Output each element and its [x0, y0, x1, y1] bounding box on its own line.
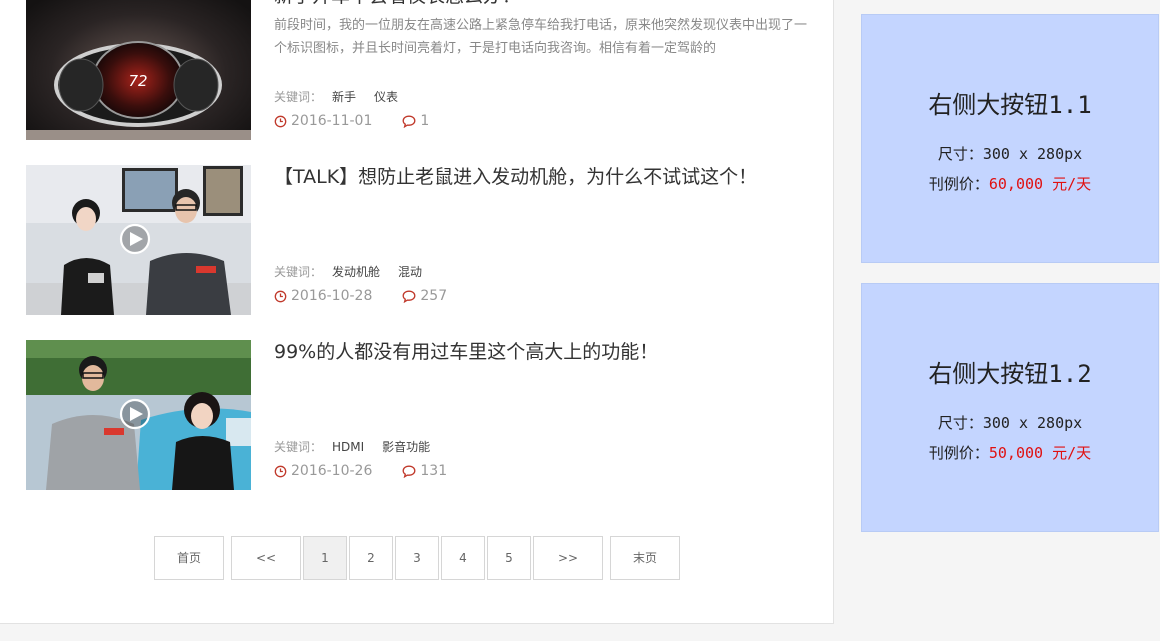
- article-title[interactable]: 新手开车不会看仪表怎么办？: [274, 0, 814, 8]
- keyword-tag[interactable]: 发动机舱: [332, 265, 380, 279]
- article-meta: 2016-10-26 131: [274, 463, 447, 479]
- ad-price-label: 刊例价：: [928, 175, 989, 193]
- ad-price: 刊例价：50,000 元/天: [862, 442, 1158, 463]
- sidebar-ad-slot-1[interactable]: 右侧大按钮1.1 尺寸：300 x 280px 刊例价：60,000 元/天: [861, 14, 1159, 263]
- article-date: 2016-11-01: [291, 113, 373, 129]
- speedometer-reading: 72: [128, 72, 147, 90]
- ad-price-value: 60,000 元/天: [988, 175, 1092, 193]
- article-meta: 2016-10-28 257: [274, 288, 447, 304]
- clock-icon: [274, 465, 287, 477]
- article-thumbnail-dashboard[interactable]: 72: [26, 0, 251, 140]
- pagination-next-button[interactable]: >>: [533, 536, 603, 580]
- keywords-row: 关键词： 新手 仪表: [274, 88, 406, 105]
- article-date: 2016-10-26: [291, 463, 373, 479]
- pagination-last-button[interactable]: 末页: [610, 536, 680, 580]
- ad-price: 刊例价：60,000 元/天: [862, 173, 1158, 194]
- ad-price-value: 50,000 元/天: [988, 444, 1092, 462]
- ad-size: 尺寸：300 x 280px: [937, 414, 1083, 432]
- keywords-label: 关键词：: [274, 265, 323, 279]
- article-meta: 2016-11-01 1: [274, 113, 429, 129]
- keyword-tag[interactable]: 影音功能: [382, 440, 430, 454]
- list-item[interactable]: 99%的人都没有用过车里这个高大上的功能！ 关键词： HDMI 影音功能 2016-…: [26, 340, 816, 490]
- article-date: 2016-10-28: [291, 288, 373, 304]
- pagination-page-button[interactable]: 5: [487, 536, 531, 580]
- pagination-prev-button[interactable]: <<: [231, 536, 301, 580]
- comment-count[interactable]: 131: [420, 463, 447, 479]
- pagination-page-button[interactable]: 3: [395, 536, 439, 580]
- keywords-row: 关键词： HDMI 影音功能: [274, 438, 438, 455]
- keyword-tag[interactable]: 新手: [332, 90, 356, 104]
- article-list-panel: 72 新手开车不会看仪表怎么办？ 前段时间，我的一位朋友在高速公路上紧急停车给我…: [0, 0, 834, 624]
- article-summary: 前段时间，我的一位朋友在高速公路上紧急停车给我打电话，原来他突然发现仪表中出现了…: [274, 18, 808, 56]
- article-thumbnail-talk-video[interactable]: [26, 165, 251, 315]
- comment-count[interactable]: 257: [420, 288, 447, 304]
- list-item[interactable]: 【TALK】想防止老鼠进入发动机舱，为什么不试试这个！ 关键词： 发动机舱 混动 2…: [26, 165, 816, 315]
- pagination-first-button[interactable]: 首页: [154, 536, 224, 580]
- pagination-page-button[interactable]: 2: [349, 536, 393, 580]
- keyword-tag[interactable]: HDMI: [332, 440, 364, 454]
- ad-title: 右侧大按钮1.1: [928, 91, 1092, 119]
- article-thumbnail-feature-video[interactable]: [26, 340, 251, 490]
- article-title[interactable]: 【TALK】想防止老鼠进入发动机舱，为什么不试试这个！: [274, 165, 814, 189]
- pagination-page-button[interactable]: 4: [441, 536, 485, 580]
- article-title[interactable]: 99%的人都没有用过车里这个高大上的功能！: [274, 340, 814, 364]
- clock-icon: [274, 290, 287, 302]
- sidebar-ad-slot-2[interactable]: 右侧大按钮1.2 尺寸：300 x 280px 刊例价：50,000 元/天: [861, 283, 1159, 532]
- list-item[interactable]: 72 新手开车不会看仪表怎么办？ 前段时间，我的一位朋友在高速公路上紧急停车给我…: [26, 0, 816, 140]
- ad-size: 尺寸：300 x 280px: [937, 145, 1083, 163]
- comment-count[interactable]: 1: [420, 113, 429, 129]
- comment-icon: [402, 290, 416, 303]
- keywords-label: 关键词：: [274, 90, 323, 104]
- ad-title: 右侧大按钮1.2: [928, 360, 1092, 388]
- keywords-row: 关键词： 发动机舱 混动: [274, 263, 430, 280]
- keyword-tag[interactable]: 混动: [398, 265, 422, 279]
- ad-price-label: 刊例价：: [928, 444, 989, 462]
- comment-icon: [402, 115, 416, 128]
- pagination-page-button[interactable]: 1: [303, 536, 347, 580]
- keywords-label: 关键词：: [274, 440, 323, 454]
- clock-icon: [274, 115, 287, 127]
- keyword-tag[interactable]: 仪表: [374, 90, 398, 104]
- comment-icon: [402, 465, 416, 478]
